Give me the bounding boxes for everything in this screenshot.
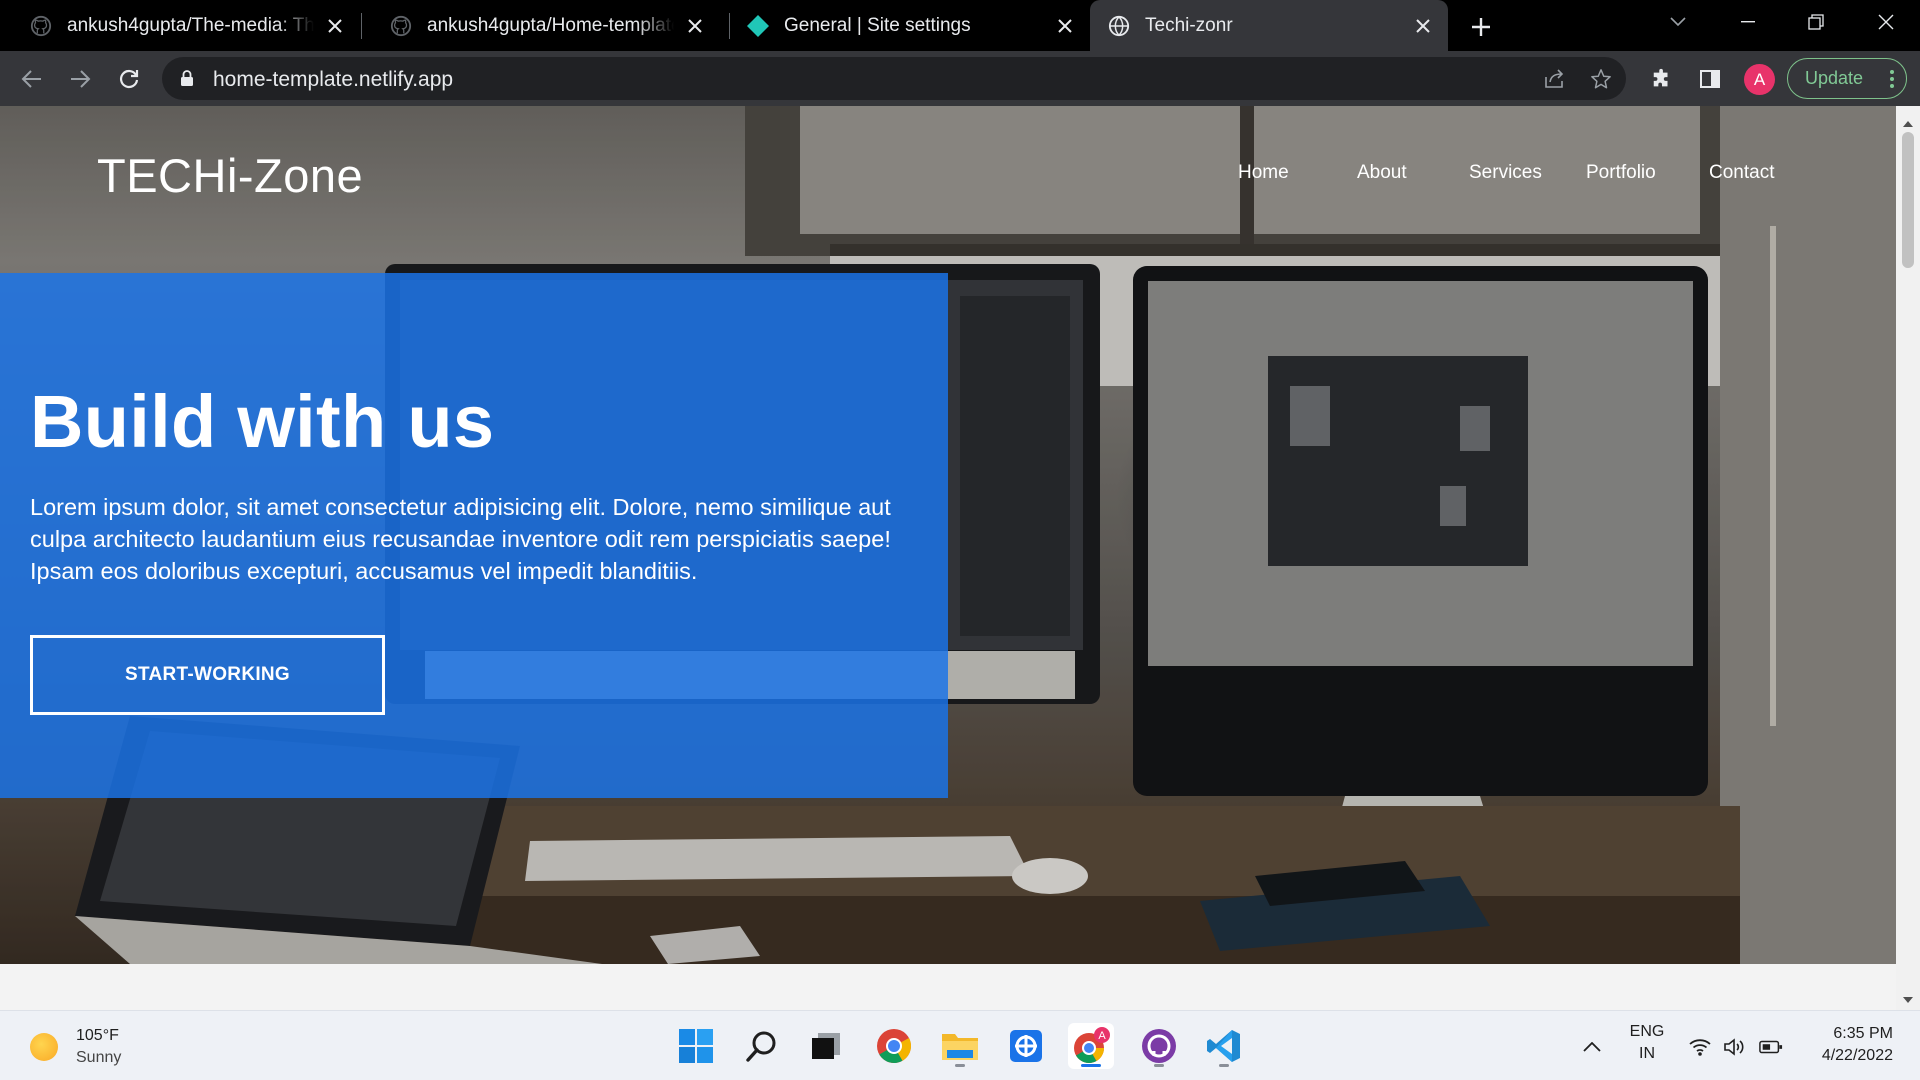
wifi-icon[interactable] (1688, 1035, 1712, 1059)
close-window-button[interactable] (1858, 0, 1914, 44)
github-desktop-icon[interactable] (1136, 1023, 1182, 1069)
volume-icon[interactable] (1723, 1035, 1747, 1059)
nav-contact[interactable]: Contact (1709, 162, 1774, 184)
close-icon[interactable] (1054, 15, 1076, 37)
tab-search-button[interactable] (1650, 0, 1706, 44)
tab-site-settings[interactable]: General | Site settings (720, 0, 1090, 51)
nav-home[interactable]: Home (1238, 162, 1289, 184)
restore-button[interactable] (1788, 0, 1844, 44)
weather-temp: 105°F (76, 1027, 119, 1044)
tab-title: ankush4gupta/The-media: The media (67, 14, 314, 36)
weather-condition: Sunny (76, 1049, 122, 1066)
extensions-puzzle-icon[interactable] (1646, 63, 1678, 95)
clock-date: 4/22/2022 (1821, 1047, 1893, 1064)
battery-icon[interactable] (1759, 1035, 1783, 1059)
page-scrollbar[interactable] (1896, 106, 1920, 1010)
hero-body-text: Lorem ipsum dolor, sit amet consectetur … (30, 494, 891, 584)
running-indicator (955, 1064, 965, 1067)
search-icon[interactable] (739, 1023, 785, 1069)
show-hidden-icons-chevron-icon[interactable] (1580, 1035, 1604, 1059)
running-indicator (1154, 1064, 1164, 1067)
close-icon[interactable] (324, 15, 346, 37)
file-explorer-icon[interactable] (937, 1023, 983, 1069)
new-tab-button[interactable] (1466, 12, 1496, 42)
clock-time: 6:35 PM (1833, 1025, 1893, 1042)
nav-services[interactable]: Services (1469, 162, 1542, 184)
lock-icon[interactable] (180, 69, 194, 92)
sun-icon (30, 1033, 58, 1061)
system-clock[interactable]: 6:35 PM 4/22/2022 (1796, 1023, 1893, 1067)
url-text[interactable]: home-template.netlify.app (213, 68, 453, 92)
share-icon[interactable] (1541, 66, 1567, 92)
tab-title: ankush4gupta/Home-templates: Home (427, 14, 674, 36)
page-viewport: TECHi-Zone Home About Services Portfolio… (0, 106, 1896, 1010)
reload-button[interactable] (113, 63, 145, 95)
bookmark-star-icon[interactable] (1588, 66, 1614, 92)
side-panel-icon[interactable] (1694, 63, 1726, 95)
globe-icon (1107, 14, 1131, 38)
close-icon[interactable] (1412, 15, 1434, 37)
tab-title: Techi-zonr (1145, 14, 1233, 36)
back-button[interactable] (16, 63, 48, 95)
menu-dots-icon[interactable] (1890, 69, 1894, 94)
minimize-button[interactable] (1720, 0, 1776, 44)
vscode-icon[interactable] (1201, 1023, 1247, 1069)
running-indicator (1081, 1064, 1101, 1067)
update-label: Update (1805, 68, 1864, 88)
scroll-up-arrow-icon[interactable] (1903, 114, 1913, 132)
nav-portfolio[interactable]: Portfolio (1586, 162, 1656, 184)
browser-toolbar: home-template.netlify.app A Update (0, 51, 1920, 106)
scrollbar-thumb[interactable] (1902, 132, 1914, 268)
start-working-button[interactable]: START-WORKING (30, 635, 385, 715)
github-icon (29, 14, 53, 38)
language-code: ENG (1629, 1023, 1665, 1040)
hero-section: TECHi-Zone Home About Services Portfolio… (0, 106, 1896, 964)
windows-taskbar: 105°F Sunny A ENG IN 6:35 PM 4/22/2022 (0, 1010, 1920, 1080)
address-bar[interactable]: home-template.netlify.app (162, 57, 1626, 100)
task-view-icon[interactable] (803, 1023, 849, 1069)
weather-widget[interactable]: 105°F Sunny (30, 1023, 121, 1071)
chrome-profile-icon[interactable]: A (1068, 1023, 1114, 1069)
netlify-icon (746, 14, 770, 38)
tab-strip: ankush4gupta/The-media: The media ankush… (0, 0, 1920, 51)
update-button[interactable]: Update (1787, 58, 1907, 99)
nav-about[interactable]: About (1357, 162, 1407, 184)
github-icon (389, 14, 413, 38)
site-logo[interactable]: TECHi-Zone (97, 148, 363, 203)
app-icon[interactable] (1003, 1023, 1049, 1069)
tab-techi-zonr[interactable]: Techi-zonr (1090, 0, 1448, 51)
forward-button[interactable] (64, 63, 96, 95)
tab-title: General | Site settings (784, 14, 971, 36)
profile-avatar[interactable]: A (1744, 64, 1775, 95)
svg-text:A: A (1098, 1030, 1106, 1042)
language-indicator[interactable]: ENG IN (1627, 1021, 1667, 1065)
chrome-icon[interactable] (871, 1023, 917, 1069)
hero-panel: Build with us Lorem ipsum dolor, sit ame… (0, 273, 948, 798)
close-icon[interactable] (684, 15, 706, 37)
windows-start-icon[interactable] (673, 1023, 719, 1069)
scroll-down-arrow-icon[interactable] (1903, 990, 1913, 1008)
tab-the-media[interactable]: ankush4gupta/The-media: The media (0, 0, 360, 51)
running-indicator (1219, 1064, 1229, 1067)
tab-home-templates[interactable]: ankush4gupta/Home-templates: Home (360, 0, 720, 51)
language-region: IN (1639, 1045, 1655, 1062)
hero-headline: Build with us (30, 380, 495, 463)
